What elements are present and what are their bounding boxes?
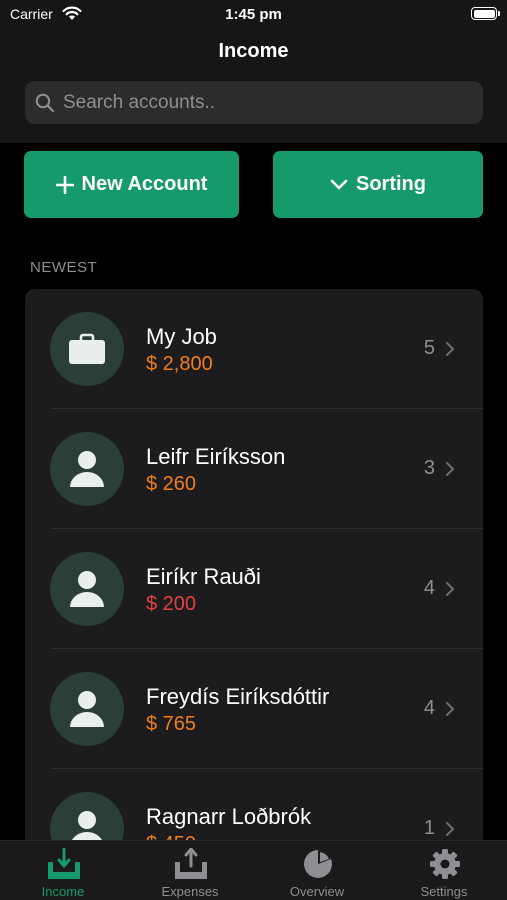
account-list: My Job $ 2,800 5 Leifr Eiríksson $ 260 3… — [25, 289, 483, 849]
avatar — [50, 432, 124, 506]
header: Carrier 1:45 pm Income — [0, 0, 507, 143]
list-item[interactable]: Leifr Eiríksson $ 260 3 — [25, 409, 483, 529]
list-item[interactable]: Eiríkr Rauði $ 200 4 — [25, 529, 483, 649]
gear-icon — [430, 849, 460, 879]
chevron-right-icon — [446, 822, 454, 836]
avatar — [50, 672, 124, 746]
chevron-right-icon — [446, 462, 454, 476]
person-icon — [70, 451, 104, 487]
search-icon — [35, 93, 55, 113]
person-icon — [70, 691, 104, 727]
pie-chart-icon — [304, 850, 332, 878]
plus-icon — [55, 175, 74, 194]
account-name: Eiríkr Rauði — [146, 564, 261, 589]
account-name: My Job — [146, 324, 217, 349]
tab-label: Income — [41, 884, 85, 899]
chevron-right-icon — [446, 702, 454, 716]
account-amount: $ 260 — [146, 473, 197, 495]
search-bar[interactable] — [25, 81, 483, 124]
list-item[interactable]: Ragnarr Loðbrók $ 450 1 — [25, 769, 483, 849]
account-name: Ragnarr Loðbrók — [146, 804, 312, 829]
tab-label: Expenses — [161, 884, 219, 899]
tray-upload-icon — [175, 848, 207, 879]
tray-download-icon — [48, 848, 80, 879]
list-item[interactable]: My Job $ 2,800 5 — [25, 289, 483, 409]
account-name: Freydís Eiríksdóttir — [146, 684, 330, 709]
tab-label: Settings — [420, 884, 468, 899]
status-time: 1:45 pm — [225, 6, 282, 23]
new-account-button[interactable]: New Account — [24, 151, 239, 218]
tab-settings[interactable]: Settings — [381, 841, 507, 900]
sorting-label: Sorting — [356, 173, 426, 195]
avatar — [50, 552, 124, 626]
tab-expenses[interactable]: Expenses — [127, 841, 253, 900]
status-bar: Carrier 1:45 pm — [0, 0, 507, 28]
new-account-label: New Account — [81, 173, 208, 195]
section-header: NEWEST — [30, 259, 98, 276]
chevron-down-icon — [330, 179, 348, 189]
tab-label: Overview — [289, 884, 345, 899]
list-item[interactable]: Freydís Eiríksdóttir $ 765 4 — [25, 649, 483, 769]
sorting-button[interactable]: Sorting — [273, 151, 483, 218]
tab-overview[interactable]: Overview — [254, 841, 380, 900]
avatar — [50, 312, 124, 386]
page-title: Income — [218, 40, 289, 62]
briefcase-icon — [69, 333, 105, 364]
account-amount: $ 2,800 — [146, 353, 213, 375]
entry-count: 4 — [423, 577, 435, 599]
entry-count: 3 — [423, 457, 435, 479]
entry-count: 4 — [423, 697, 435, 719]
search-input[interactable] — [63, 81, 473, 124]
account-amount: $ 765 — [146, 713, 197, 735]
account-amount: $ 200 — [146, 593, 197, 615]
chevron-right-icon — [446, 582, 454, 596]
account-name: Leifr Eiríksson — [146, 444, 286, 469]
chevron-right-icon — [446, 342, 454, 356]
tab-bar: Income Expenses Overview Settings — [0, 840, 507, 900]
entry-count: 1 — [423, 817, 435, 839]
battery-icon — [471, 7, 500, 20]
person-icon — [70, 571, 104, 607]
entry-count: 5 — [423, 337, 435, 359]
tab-income[interactable]: Income — [0, 841, 126, 900]
